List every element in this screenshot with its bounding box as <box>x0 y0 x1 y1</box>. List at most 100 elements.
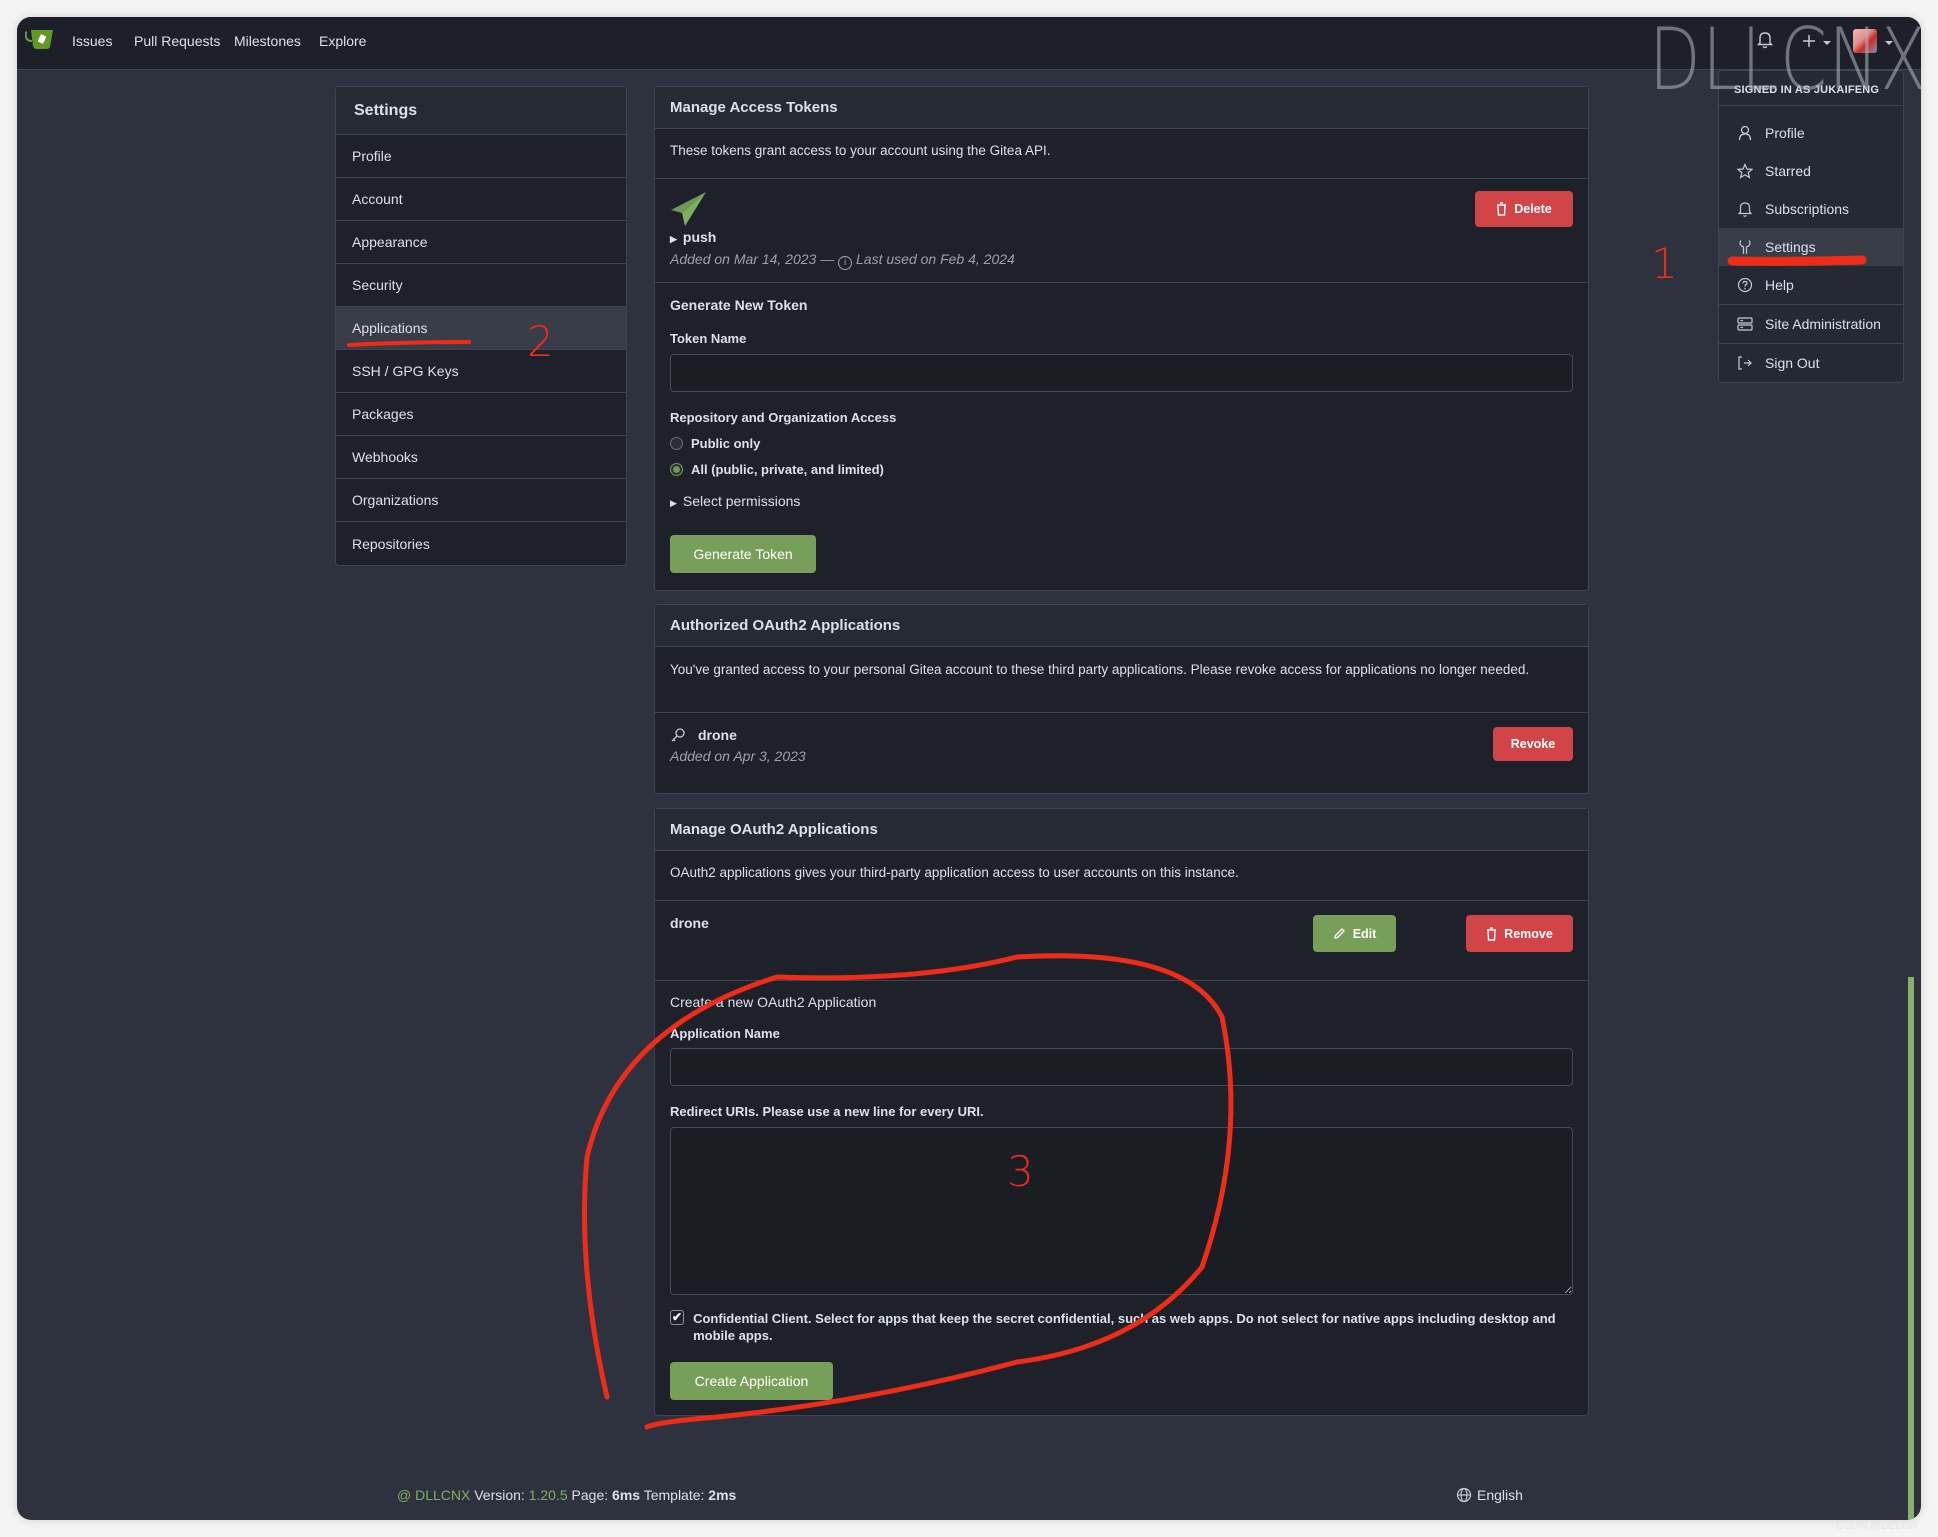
token-item: ▶ push Added on Mar 14, 2023 — i Last use… <box>655 179 1588 283</box>
authorized-app-added-date: Added on Apr 3, 2023 <box>670 748 806 764</box>
confidential-client-row: ✔ Confidential Client. Select for apps t… <box>670 1310 1573 1344</box>
footer-brand[interactable]: @ DLLCNX <box>397 1487 470 1503</box>
token-last-used: Last used on Feb 4, 2024 <box>856 251 1015 267</box>
signed-in-as: SIGNED IN AS JUKAIFENG <box>1719 71 1903 106</box>
menu-item-starred[interactable]: Starred <box>1719 152 1903 190</box>
access-tokens-panel: Manage Access Tokens These tokens grant … <box>654 86 1589 591</box>
menu-item-starred-label: Starred <box>1765 163 1811 179</box>
globe-icon <box>1456 1487 1472 1503</box>
confidential-client-checkbox[interactable]: ✔ <box>670 1310 685 1325</box>
generate-token-section: Generate New Token Token Name Repository… <box>655 283 1588 590</box>
manage-oauth-apps-description: OAuth2 applications gives your third-par… <box>670 865 1239 880</box>
token-name-input[interactable] <box>670 354 1573 392</box>
footer-template-label: Template: <box>643 1487 705 1503</box>
access-label: Repository and Organization Access <box>670 410 897 425</box>
sidebar-item-webhooks[interactable]: Webhooks <box>336 436 626 479</box>
token-added-date: Added on Mar 14, 2023 — <box>670 251 835 267</box>
footer-page-time: 6ms <box>612 1487 641 1503</box>
radio-all[interactable]: All (public, private, and limited) <box>670 462 1573 477</box>
trash-icon <box>1487 926 1497 941</box>
radio-public-only-circle[interactable] <box>670 437 683 450</box>
annotation-step-1: 1 <box>1651 239 1678 288</box>
remove-app-button[interactable]: Remove <box>1466 915 1573 952</box>
create-app-title: Create a new OAuth2 Application <box>670 994 877 1010</box>
oauth-app-name: drone <box>670 915 709 931</box>
bell-icon <box>1738 202 1752 217</box>
revoke-label: Revoke <box>1510 737 1556 751</box>
authorized-apps-description-section: You've granted access to your personal G… <box>655 647 1588 713</box>
delete-token-label: Delete <box>1514 202 1552 216</box>
footer-page-label: Page: <box>571 1487 609 1503</box>
settings-sidebar: Settings Profile Account Appearance Secu… <box>335 86 627 566</box>
key-icon <box>671 728 685 742</box>
sidebar-item-profile[interactable]: Profile <box>336 135 626 178</box>
question-icon <box>1737 277 1753 293</box>
radio-public-only[interactable]: Public only <box>670 436 1573 451</box>
manage-oauth-apps-panel: Manage OAuth2 Applications OAuth2 applic… <box>654 808 1589 1416</box>
authorized-app-name: drone <box>698 727 737 743</box>
nav-milestones[interactable]: Milestones <box>234 33 301 49</box>
sidebar-item-security[interactable]: Security <box>336 264 626 307</box>
sidebar-item-applications[interactable]: Applications <box>336 307 626 350</box>
redirect-uris-textarea[interactable] <box>670 1127 1573 1295</box>
user-menu-dropdown: SIGNED IN AS JUKAIFENG Profile Starred S… <box>1718 70 1904 383</box>
gitea-logo-icon[interactable] <box>25 27 55 51</box>
delete-token-button[interactable]: Delete <box>1475 191 1573 227</box>
sidebar-item-packages[interactable]: Packages <box>336 393 626 436</box>
revoke-button[interactable]: Revoke <box>1493 727 1573 761</box>
avatar-caret-icon[interactable] <box>1885 41 1893 45</box>
select-permissions-toggle[interactable]: ▶ Select permissions <box>670 493 1573 509</box>
authorized-apps-description: You've granted access to your personal G… <box>670 662 1530 677</box>
access-tokens-description-section: These tokens grant access to your accoun… <box>655 129 1588 179</box>
menu-item-profile[interactable]: Profile <box>1719 114 1903 152</box>
menu-item-subscriptions[interactable]: Subscriptions <box>1719 190 1903 228</box>
nav-pull-requests[interactable]: Pull Requests <box>134 33 220 49</box>
nav-issues[interactable]: Issues <box>72 33 112 49</box>
vertical-scrollbar[interactable] <box>1908 977 1914 1520</box>
footer-version-label: Version: <box>474 1487 525 1503</box>
create-oauth-app-section: Create a new OAuth2 Application Applicat… <box>655 981 1588 1415</box>
pencil-icon <box>1333 928 1345 939</box>
manage-oauth-apps-title: Manage OAuth2 Applications <box>655 809 1588 851</box>
plus-caret-icon[interactable] <box>1823 41 1831 45</box>
menu-item-sign-out[interactable]: Sign Out <box>1719 344 1903 382</box>
info-icon: i <box>838 256 853 270</box>
edit-app-label: Edit <box>1352 926 1377 941</box>
menu-item-help[interactable]: Help <box>1719 266 1903 304</box>
menu-item-help-label: Help <box>1765 277 1794 293</box>
redirect-uris-label: Redirect URIs. Please use a new line for… <box>670 1104 984 1119</box>
bell-icon[interactable] <box>1757 31 1773 49</box>
top-navbar: Issues Pull Requests Milestones Explore <box>17 17 1921 70</box>
expand-caret-icon[interactable]: ▶ <box>670 234 677 244</box>
generate-token-button[interactable]: Generate Token <box>670 535 816 573</box>
plus-icon[interactable] <box>1802 34 1816 48</box>
avatar[interactable] <box>1853 29 1877 53</box>
page-footer: @ DLLCNX Version: 1.20.5 Page: 6ms Templ… <box>17 1487 1921 1520</box>
menu-item-settings-label: Settings <box>1765 239 1816 255</box>
sidebar-item-account[interactable]: Account <box>336 178 626 221</box>
menu-item-site-administration[interactable]: Site Administration <box>1719 305 1903 343</box>
menu-item-settings[interactable]: Settings <box>1719 228 1903 266</box>
edit-app-button[interactable]: Edit <box>1313 915 1396 952</box>
send-icon <box>671 192 706 226</box>
expand-caret-icon: ▶ <box>670 498 677 508</box>
radio-all-circle[interactable] <box>670 463 683 476</box>
app-name-input[interactable] <box>670 1048 1573 1086</box>
sidebar-item-repositories[interactable]: Repositories <box>336 522 626 565</box>
nav-explore[interactable]: Explore <box>319 33 366 49</box>
create-application-button[interactable]: Create Application <box>670 1362 833 1400</box>
star-icon <box>1737 163 1753 179</box>
language-selector[interactable]: English <box>1456 1487 1523 1503</box>
sidebar-title: Settings <box>336 87 626 135</box>
menu-item-subscriptions-label: Subscriptions <box>1765 201 1850 217</box>
token-name-label: Token Name <box>670 331 747 346</box>
access-tokens-description: These tokens grant access to your accoun… <box>670 143 1051 158</box>
app-name-label: Application Name <box>670 1026 780 1041</box>
sidebar-item-appearance[interactable]: Appearance <box>336 221 626 264</box>
sidebar-item-organizations[interactable]: Organizations <box>336 479 626 522</box>
tools-icon <box>1739 240 1751 254</box>
generate-token-title: Generate New Token <box>670 297 808 313</box>
radio-all-label: All (public, private, and limited) <box>691 462 884 477</box>
authorized-apps-panel: Authorized OAuth2 Applications You've gr… <box>654 604 1589 794</box>
sidebar-item-ssh-gpg-keys[interactable]: SSH / GPG Keys <box>336 350 626 393</box>
